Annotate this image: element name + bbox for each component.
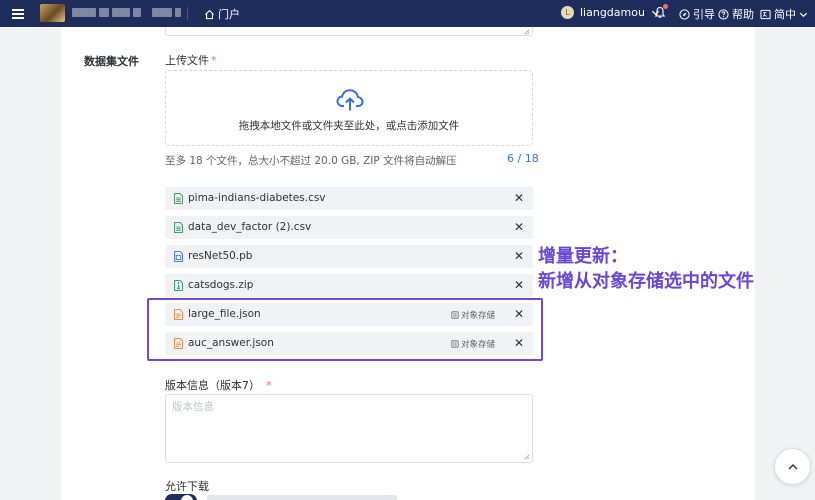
language-switcher[interactable]: 简中 — [760, 6, 808, 22]
required-mark: * — [266, 379, 272, 392]
cloud-upload-icon — [336, 89, 364, 111]
help-icon — [718, 8, 729, 20]
username: liangdamou — [580, 6, 645, 19]
file-name: pima-indians-diabetes.csv — [188, 192, 326, 204]
chevron-down-icon — [799, 12, 808, 17]
version-label: 版本信息（版本7） * — [165, 377, 272, 393]
resize-handle-icon[interactable] — [523, 28, 530, 35]
file-icon — [174, 193, 183, 204]
file-name: data_dev_factor (2).csv — [188, 221, 312, 233]
resize-handle-icon[interactable] — [523, 453, 530, 460]
toggle-description — [207, 495, 397, 500]
avatar: L — [561, 6, 574, 19]
compass-icon — [679, 8, 690, 20]
annotation-line-2: 新增从对象存储选中的文件 — [538, 271, 754, 292]
required-mark: * — [211, 54, 217, 67]
notification-dot — [663, 4, 668, 9]
language-icon — [760, 9, 771, 19]
toggle-knob — [181, 495, 193, 500]
upload-label: 上传文件 * — [165, 52, 217, 68]
file-name: resNet50.pb — [188, 250, 253, 262]
user-menu[interactable]: L liangdamou — [561, 6, 660, 19]
section-title: 数据集文件 — [84, 55, 139, 68]
help-label: 帮助 — [732, 8, 754, 21]
chevron-up-icon — [788, 463, 797, 469]
app-logo[interactable] — [40, 4, 65, 22]
home-icon — [204, 9, 215, 19]
top-navigation-bar: 门户 L liangdamou 引导 帮助 简中 — [0, 0, 815, 27]
blurred-app-title — [72, 8, 181, 17]
upload-instruction: 拖拽本地文件或文件夹至此处，或点击添加文件 — [238, 120, 460, 132]
file-item: catsdogs.zip ✕ — [165, 274, 533, 297]
annotation-highlight-box — [147, 298, 543, 361]
version-info-textarea[interactable]: 版本信息 — [165, 394, 533, 463]
allow-download-label: 允许下载 — [165, 480, 209, 493]
file-item: resNet50.pb ✕ — [165, 245, 533, 268]
file-count: 6 / 18 — [507, 152, 539, 165]
remove-file-button[interactable]: ✕ — [514, 250, 524, 262]
language-label: 简中 — [774, 8, 796, 21]
portal-link[interactable]: 门户 — [204, 6, 240, 22]
file-icon — [174, 280, 183, 291]
menu-icon[interactable] — [12, 9, 24, 19]
guide-label: 引导 — [693, 8, 715, 21]
remove-file-button[interactable]: ✕ — [514, 192, 524, 204]
portal-label: 门户 — [218, 8, 240, 21]
remove-file-button[interactable]: ✕ — [514, 221, 524, 233]
header-divider — [187, 7, 188, 20]
annotation-line-1: 增量更新： — [538, 246, 628, 267]
file-item: data_dev_factor (2).csv ✕ — [165, 216, 533, 239]
upload-dropzone[interactable]: 拖拽本地文件或文件夹至此处，或点击添加文件 — [165, 70, 533, 146]
file-icon — [174, 222, 183, 233]
file-icon — [174, 251, 183, 262]
remove-file-button[interactable]: ✕ — [514, 279, 524, 291]
previous-textarea[interactable] — [165, 27, 533, 36]
back-to-top-button[interactable] — [774, 448, 811, 485]
upload-label-text: 上传文件 — [165, 54, 209, 67]
file-name: catsdogs.zip — [188, 279, 254, 291]
upload-hint: 至多 18 个文件，总大小不超过 20.0 GB, ZIP 文件将自动解压 — [165, 155, 457, 167]
annotation-callout: 增量更新： 新增从对象存储选中的文件 — [538, 244, 754, 294]
version-label-text: 版本信息（版本7） — [165, 379, 260, 392]
file-item: pima-indians-diabetes.csv ✕ — [165, 187, 533, 210]
guide-link[interactable]: 引导 — [679, 6, 715, 22]
version-placeholder: 版本信息 — [172, 401, 214, 413]
help-link[interactable]: 帮助 — [718, 6, 754, 22]
